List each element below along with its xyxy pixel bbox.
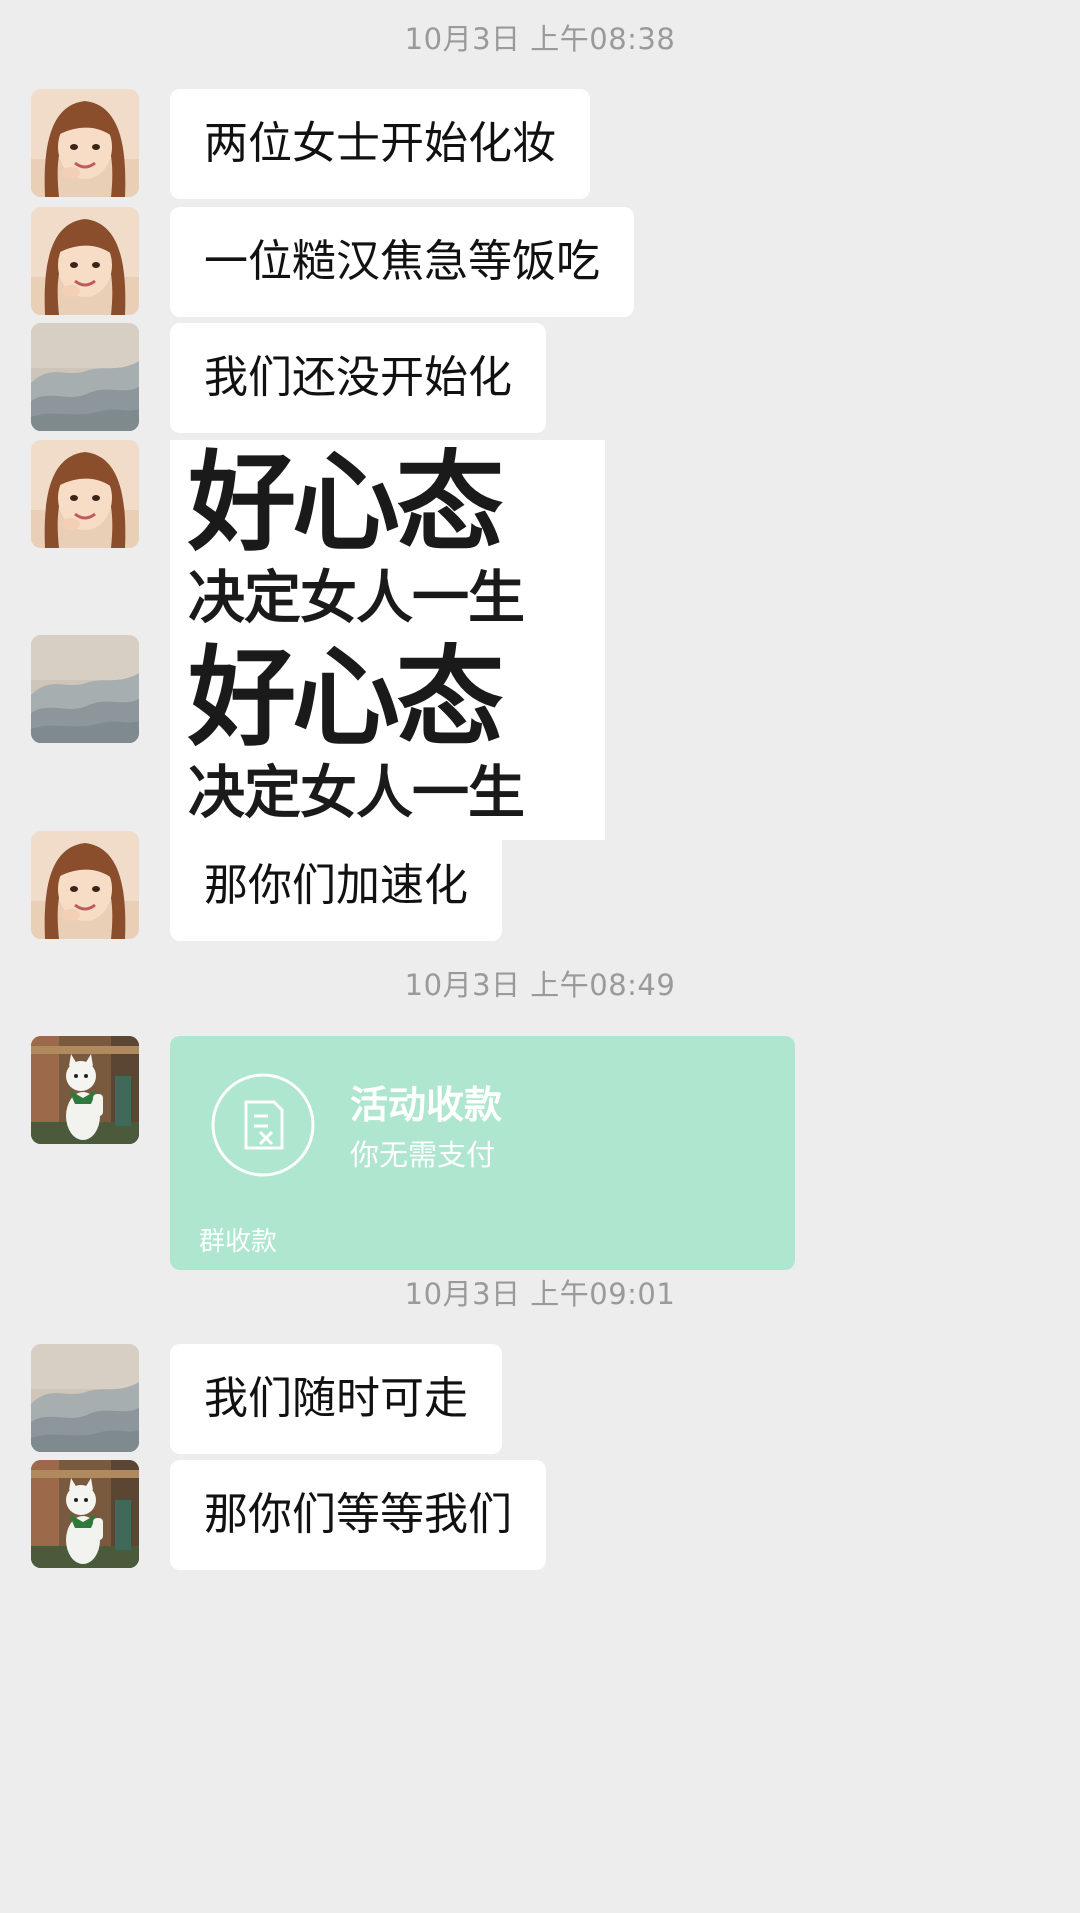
sticker-message[interactable]: 好心态 决定女人一生 xyxy=(170,635,605,840)
message-bubble[interactable]: 我们随时可走 xyxy=(170,1344,502,1454)
cat-avatar[interactable] xyxy=(31,1460,139,1568)
sticker-caption: 决定女人一生 xyxy=(188,564,525,631)
timestamp: 10月3日 上午09:01 xyxy=(404,1277,676,1311)
payment-subtitle: 你无需支付 xyxy=(350,1138,496,1172)
timestamp: 10月3日 上午08:49 xyxy=(404,968,676,1002)
mountain-avatar[interactable] xyxy=(31,323,139,431)
payment-footer: 群收款 xyxy=(199,1227,278,1257)
message-bubble[interactable]: 我们还没开始化 xyxy=(170,323,546,433)
group-payment-card[interactable]: 活动收款 你无需支付 群收款 xyxy=(170,1036,795,1270)
cat-avatar[interactable] xyxy=(31,1036,139,1144)
payment-title: 活动收款 xyxy=(350,1083,503,1127)
message-bubble[interactable]: 那你们等等我们 xyxy=(170,1460,546,1570)
sticker-caption: 决定女人一生 xyxy=(188,759,525,826)
sticker-headline: 好心态 xyxy=(188,440,504,566)
message-bubble[interactable]: 两位女士开始化妆 xyxy=(170,89,590,199)
receipt-icon xyxy=(211,1073,315,1177)
girl-avatar[interactable] xyxy=(31,207,139,315)
message-bubble[interactable]: 一位糙汉焦急等饭吃 xyxy=(170,207,634,317)
timestamp: 10月3日 上午08:38 xyxy=(404,22,676,56)
girl-avatar[interactable] xyxy=(31,831,139,939)
message-bubble[interactable]: 那你们加速化 xyxy=(170,831,502,941)
sticker-headline: 好心态 xyxy=(188,635,504,761)
girl-avatar[interactable] xyxy=(31,89,139,197)
girl-avatar[interactable] xyxy=(31,440,139,548)
mountain-avatar[interactable] xyxy=(31,635,139,743)
sticker-message[interactable]: 好心态 决定女人一生 xyxy=(170,440,605,645)
mountain-avatar[interactable] xyxy=(31,1344,139,1452)
